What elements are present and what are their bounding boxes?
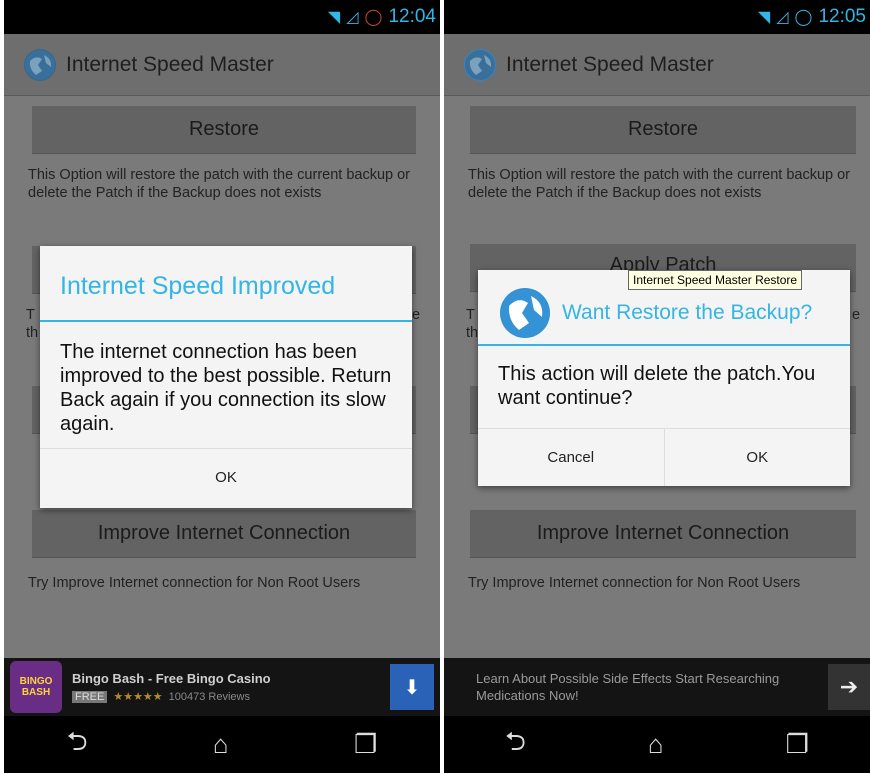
bingo-logo: BINGO BASH: [10, 661, 62, 713]
dialog-title: Internet Speed Improved: [60, 272, 336, 300]
ok-button[interactable]: OK: [40, 449, 412, 506]
status-time: 12:04: [388, 6, 436, 27]
dialog-button-row: OK: [40, 448, 412, 506]
navigation-bar: ⮌ ⌂ ❐: [4, 716, 440, 773]
ad-banner[interactable]: BINGO BASH Bingo Bash - Free Bingo Casin…: [4, 658, 440, 716]
restore-button[interactable]: Restore: [470, 106, 856, 154]
app-globe-icon: [24, 48, 56, 81]
dialog-title: Want Restore the Backup?: [562, 301, 813, 324]
signal-icon: ◿: [346, 9, 359, 26]
restore-description: This Option will restore the patch with …: [28, 167, 411, 201]
right-screen: ◥ ◿ ◯ 12:05 Internet Speed Master Restor…: [444, 0, 870, 773]
status-bar: ◥ ◿ ◯ 12:04: [4, 0, 440, 34]
status-bar: ◥ ◿ ◯ 12:05: [444, 0, 870, 34]
status-time: 12:05: [818, 6, 866, 27]
improve-connection-button[interactable]: Improve Internet Connection: [32, 510, 416, 558]
app-title: Internet Speed Master: [66, 52, 274, 76]
globe-icon: [500, 288, 550, 338]
dialog-message: This action will delete the patch.You wa…: [498, 363, 816, 409]
free-badge: FREE: [72, 690, 108, 703]
battery-icon: ◯: [364, 9, 383, 26]
ok-button[interactable]: OK: [663, 429, 851, 486]
improve-description: Try Improve Internet connection for Non …: [468, 575, 801, 591]
navigation-bar: ⮌ ⌂ ❐: [444, 716, 870, 773]
download-icon[interactable]: ⬇: [390, 664, 434, 710]
improve-connection-button[interactable]: Improve Internet Connection: [470, 510, 856, 558]
restore-button[interactable]: Restore: [32, 106, 416, 154]
partial-text-e: e: [412, 307, 421, 323]
recents-icon[interactable]: ❐: [354, 729, 377, 760]
left-screen: ◥ ◿ ◯ 12:04 Internet Speed Master Restor…: [4, 0, 440, 773]
back-icon[interactable]: ⮌: [505, 723, 526, 767]
ad-title: Bingo Bash - Free Bingo Casino: [72, 671, 271, 686]
app-title: Internet Speed Master: [506, 52, 714, 76]
home-icon[interactable]: ⌂: [648, 729, 664, 760]
arrow-right-icon[interactable]: ➔: [828, 664, 870, 710]
partial-text-e: e: [852, 307, 861, 323]
recents-icon[interactable]: ❐: [786, 729, 809, 760]
home-icon[interactable]: ⌂: [213, 729, 229, 760]
action-bar: Internet Speed Master: [444, 34, 870, 96]
app-globe-icon: [464, 48, 496, 81]
cancel-button[interactable]: Cancel: [478, 429, 664, 486]
dialog-button-row: Cancel OK: [478, 428, 850, 486]
wifi-icon: ◥: [327, 9, 341, 26]
rating-stars: ★★★★★: [113, 691, 163, 703]
restore-backup-dialog: Want Restore the Backup? This action wil…: [478, 270, 850, 486]
restore-description: This Option will restore the patch with …: [468, 167, 851, 201]
ad-text: Learn About Possible Side Effects Start …: [476, 671, 780, 703]
ad-banner[interactable]: Learn About Possible Side Effects Start …: [444, 658, 870, 716]
dialog-message: The internet connection has been improve…: [60, 341, 392, 435]
tooltip: Internet Speed Master Restore: [628, 270, 803, 290]
speed-improved-dialog: Internet Speed Improved The internet con…: [40, 246, 412, 508]
action-bar: Internet Speed Master: [4, 34, 440, 96]
signal-icon: ◿: [776, 9, 789, 26]
battery-icon: ◯: [794, 9, 813, 26]
improve-description: Try Improve Internet connection for Non …: [28, 575, 361, 591]
wifi-icon: ◥: [757, 9, 771, 26]
back-icon[interactable]: ⮌: [67, 723, 88, 767]
review-count: 100473 Reviews: [168, 690, 250, 703]
